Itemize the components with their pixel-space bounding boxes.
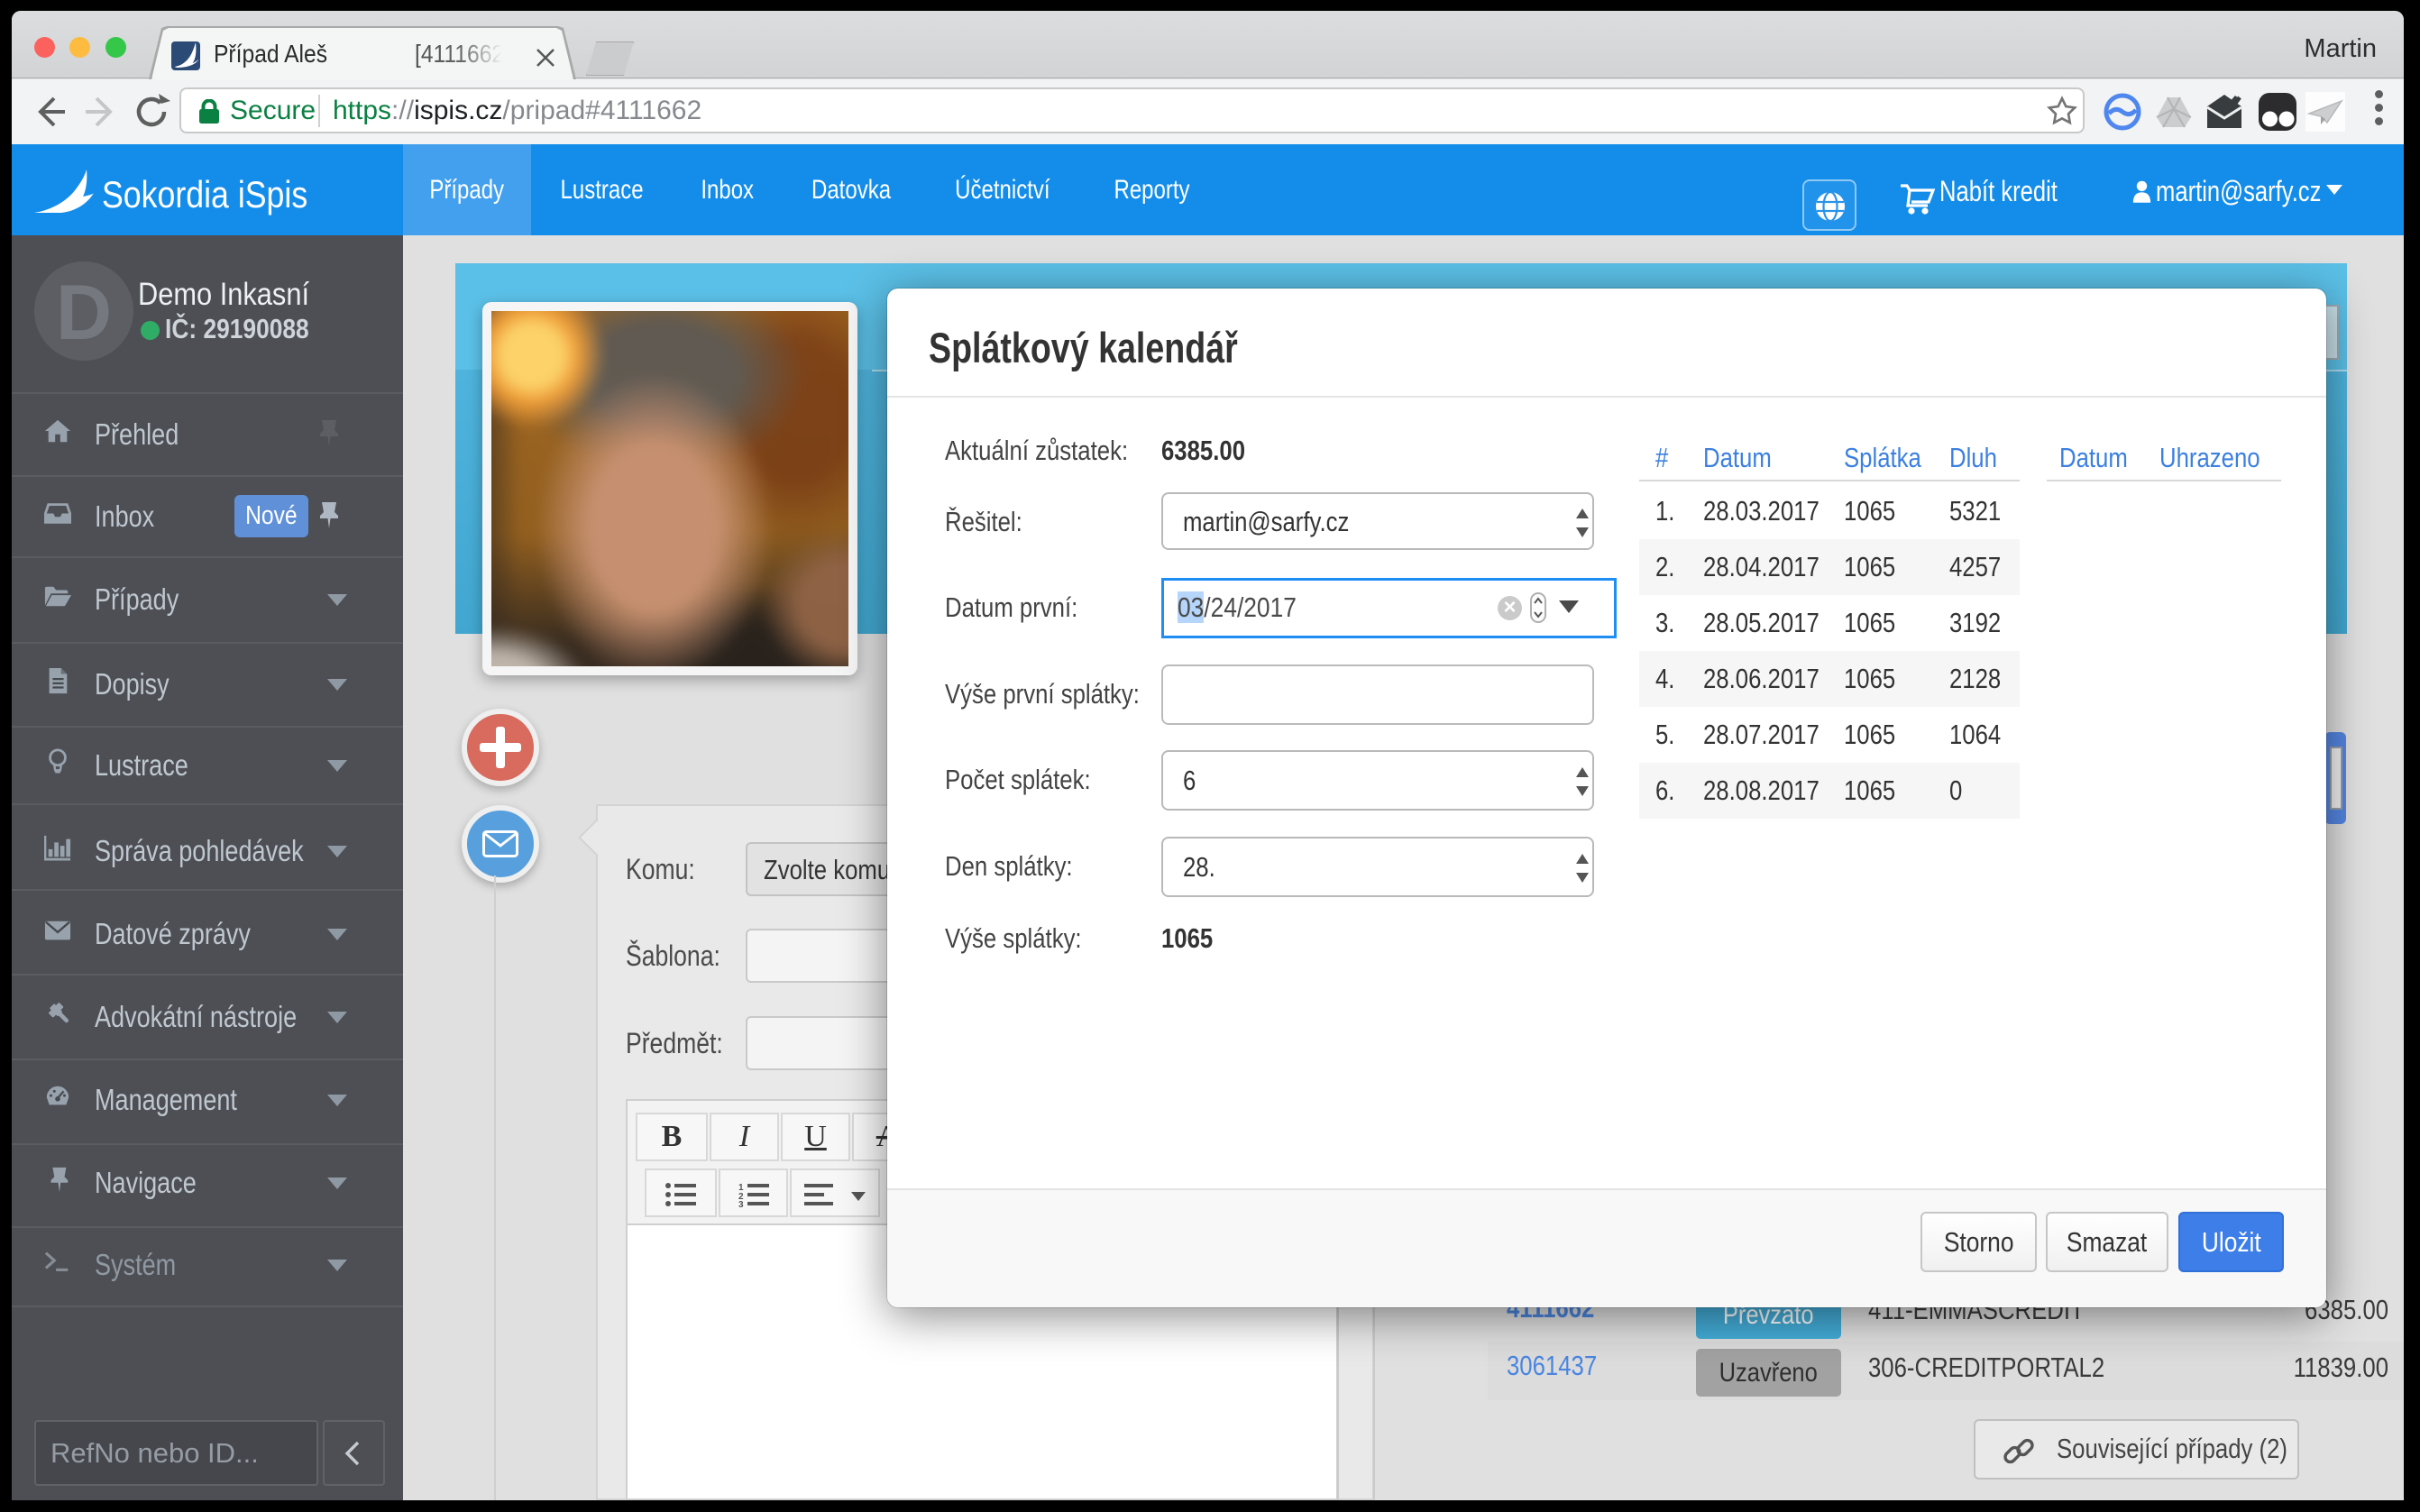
svg-text:3: 3 [738,1200,744,1207]
